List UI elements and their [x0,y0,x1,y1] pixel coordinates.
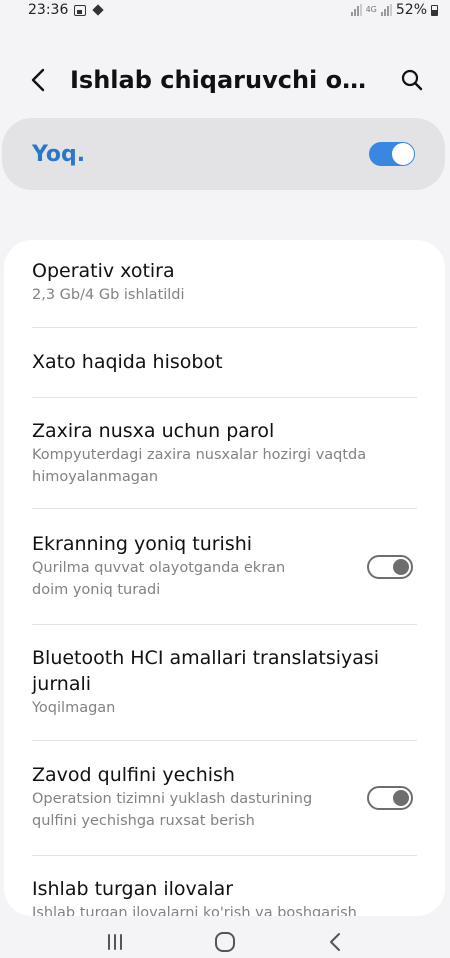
app-notification-icon [92,4,105,16]
item-subtitle: Qurilma quvvat olayotganda ekran doim yo… [32,560,286,598]
status-time: 23:36 [28,2,69,18]
divider [32,624,417,625]
status-right: 4G 52% [350,2,438,18]
item-subtitle: Operatsion tizimni yuklash dasturining q… [32,791,313,829]
settings-list: Operativ xotira 2,3 Gb/4 Gb ishlatildi X… [4,240,445,916]
back-button[interactable] [8,48,68,112]
nav-home-button[interactable] [195,926,255,958]
switch-knob [393,790,409,806]
divider [32,327,417,328]
list-item-zavod-qulfi[interactable]: Zavod qulfini yechish Operatsion tizimni… [4,762,445,832]
item-subtitle: Yoqilmagan [32,700,116,716]
oem-unlock-switch[interactable] [367,786,413,810]
item-title: Operativ xotira [32,260,175,282]
list-item-zaxira-parol[interactable]: Zaxira nusxa uchun parol Kompyuterdagi z… [4,418,445,488]
network-type-icon: 4G [365,5,377,14]
item-title: Bluetooth HCI amallari translatsiyasi ju… [32,647,380,695]
list-item-xato-hisobot[interactable]: Xato haqida hisobot [4,349,445,375]
master-toggle-label: Yoq. [32,141,86,167]
item-subtitle: Ishlab turgan ilovalarni ko'rish va bosh… [32,905,357,916]
back-icon [330,933,340,951]
item-title: Ishlab turgan ilovalar [32,878,234,900]
status-left: 23:36 [28,2,105,18]
navigation-bar [0,926,450,958]
item-subtitle: Kompyuterdagi zaxira nusxalar hozirgi va… [32,447,367,485]
master-switch[interactable] [369,142,415,166]
list-item-ekran-yoniq[interactable]: Ekranning yoniq turishi Qurilma quvvat o… [4,531,445,601]
list-item-ishlab-turgan-ilovalar[interactable]: Ishlab turgan ilovalar Ishlab turgan ilo… [4,876,445,916]
switch-knob [392,143,414,165]
status-bar: 23:36 4G 52% [0,0,450,20]
item-title: Zavod qulfini yechish [32,764,235,786]
app-header: Ishlab chiqaruvchi opsiyalari [0,48,450,112]
page-title: Ishlab chiqaruvchi opsiyalari [70,66,382,94]
search-icon [401,69,423,91]
gallery-notification-icon [74,4,87,16]
recents-icon [108,934,122,950]
signal-icon [350,4,362,16]
switch-knob [393,559,409,575]
list-item-bluetooth-hci[interactable]: Bluetooth HCI amallari translatsiyasi ju… [4,645,445,719]
developer-options-master-toggle[interactable]: Yoq. [2,118,445,190]
item-title: Xato haqida hisobot [32,351,223,373]
item-subtitle: 2,3 Gb/4 Gb ishlatildi [32,287,185,303]
item-title: Zaxira nusxa uchun parol [32,420,275,442]
home-icon [215,932,235,952]
divider [32,508,417,509]
battery-icon [431,4,438,16]
nav-recents-button[interactable] [85,926,145,958]
divider [32,397,417,398]
chevron-left-icon [31,68,45,92]
list-item-operativ-xotira[interactable]: Operativ xotira 2,3 Gb/4 Gb ishlatildi [4,258,445,306]
divider [32,855,417,856]
item-title: Ekranning yoniq turishi [32,533,253,555]
nav-back-button[interactable] [305,926,365,958]
signal-icon-2 [380,4,392,16]
stay-awake-switch[interactable] [367,555,413,579]
divider [32,740,417,741]
battery-level: 52% [395,2,427,18]
search-button[interactable] [388,48,436,112]
